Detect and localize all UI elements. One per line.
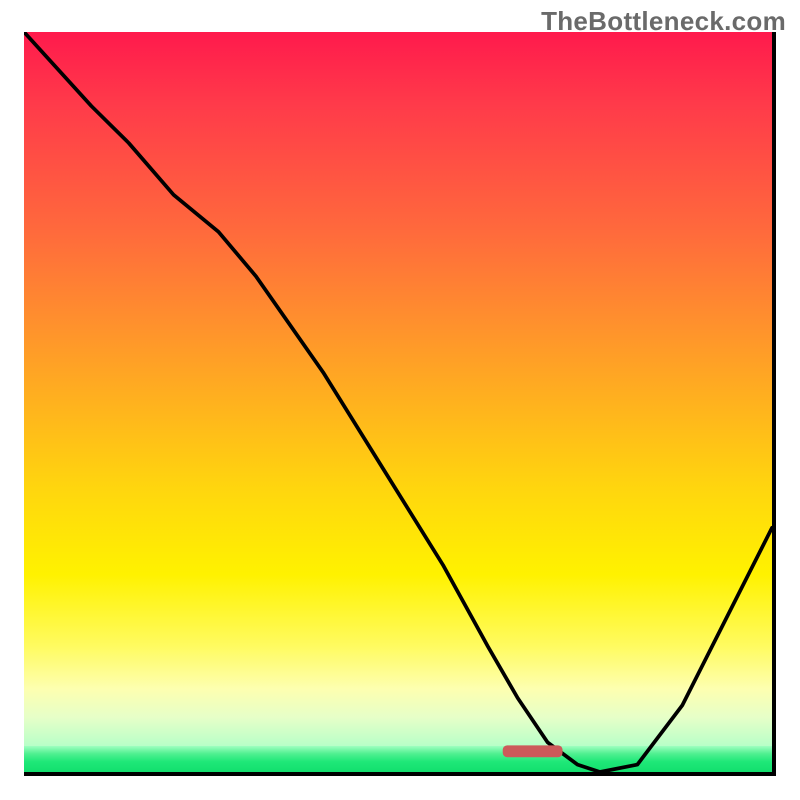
optimal-zone-strip <box>24 746 772 772</box>
chart-axes-frame <box>24 32 776 776</box>
plot-area <box>24 32 772 772</box>
heat-gradient-background <box>24 32 772 746</box>
chart-container: TheBottleneck.com <box>0 0 800 800</box>
